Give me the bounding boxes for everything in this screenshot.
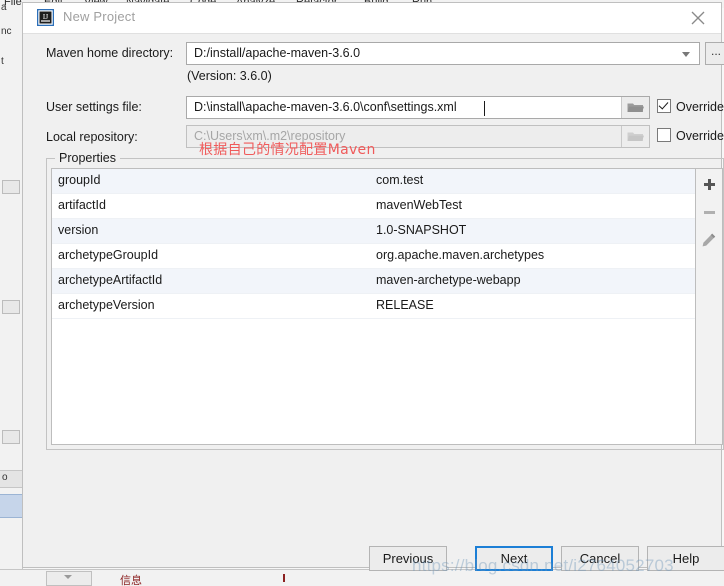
local-repository-browse-button <box>621 126 649 147</box>
add-property-button[interactable] <box>696 171 722 197</box>
checkbox-unchecked-icon <box>657 128 671 142</box>
local-repository-label: Local repository: <box>46 130 138 144</box>
checkbox-checked-icon <box>657 99 671 113</box>
user-settings-browse-button[interactable] <box>621 97 649 118</box>
svg-text:IJ: IJ <box>43 12 48 21</box>
close-button[interactable] <box>679 5 717 31</box>
property-value: mavenWebTest <box>376 198 462 212</box>
chevron-down-icon <box>64 575 72 579</box>
maven-home-label: Maven home directory: <box>46 46 174 60</box>
maven-home-value: D:/install/apache-maven-3.6.0 <box>194 46 361 60</box>
status-bar-marker <box>283 574 285 582</box>
left-strip-label-nc: nc <box>1 26 12 37</box>
table-row[interactable]: groupId com.test <box>52 169 695 194</box>
left-strip-chip-2[interactable] <box>2 300 20 314</box>
property-key: groupId <box>58 173 101 187</box>
ide-left-strip-band: o <box>0 470 22 488</box>
ide-left-strip-selected[interactable] <box>0 494 22 518</box>
dialog-title: New Project <box>63 9 136 24</box>
left-strip-label-t: t <box>1 56 4 67</box>
chevron-down-icon <box>682 52 690 57</box>
property-value: RELEASE <box>376 298 434 312</box>
red-annotation-text: 根据自己的情况配置Maven <box>199 142 376 158</box>
dialog-titlebar: IJ New Project <box>23 3 721 34</box>
maven-home-combobox[interactable]: D:/install/apache-maven-3.6.0 <box>186 42 700 65</box>
table-row[interactable]: artifactId mavenWebTest <box>52 194 695 219</box>
property-key: artifactId <box>58 198 106 212</box>
local-repository-override-checkbox[interactable]: Override <box>657 128 724 143</box>
user-settings-field[interactable]: D:\install\apache-maven-3.6.0\conf\setti… <box>186 96 650 119</box>
property-value: maven-archetype-webapp <box>376 273 521 287</box>
property-value: org.apache.maven.archetypes <box>376 248 545 262</box>
cancel-button[interactable]: Cancel <box>561 546 639 571</box>
user-settings-value: D:\install\apache-maven-3.6.0\conf\setti… <box>194 100 457 114</box>
table-row[interactable]: archetypeArtifactId maven-archetype-weba… <box>52 269 695 294</box>
previous-button[interactable]: Previous <box>369 546 447 571</box>
left-strip-label-o: o <box>2 472 8 483</box>
folder-icon <box>627 132 644 141</box>
properties-toolbar <box>696 168 723 445</box>
left-strip-chip-3[interactable] <box>2 430 20 444</box>
next-button[interactable]: Next <box>475 546 553 571</box>
text-cursor <box>484 101 485 116</box>
property-key: archetypeArtifactId <box>58 273 163 287</box>
properties-group-title: Properties <box>55 151 120 165</box>
table-row[interactable]: archetypeGroupId org.apache.maven.archet… <box>52 244 695 269</box>
close-icon <box>691 11 705 25</box>
properties-table[interactable]: groupId com.test artifactId mavenWebTest… <box>51 168 696 445</box>
remove-property-button[interactable] <box>696 199 722 225</box>
user-settings-override-checkbox[interactable]: Override <box>657 99 724 114</box>
status-bar-message: 信息 <box>120 575 142 586</box>
local-repository-override-label: Override <box>676 129 724 143</box>
intellij-idea-icon: IJ <box>36 8 55 27</box>
maven-version-note: (Version: 3.6.0) <box>187 69 272 83</box>
property-key: version <box>58 223 99 237</box>
left-strip-chip-1[interactable] <box>2 180 20 194</box>
user-settings-override-label: Override <box>676 100 724 114</box>
folder-icon <box>627 103 644 112</box>
left-strip-label-a: a <box>1 2 7 13</box>
user-settings-label: User settings file: <box>46 100 142 114</box>
ide-status-bar: 信息 <box>0 569 724 586</box>
screenshot-root: File Edit View Navigate Code Analyze Ref… <box>0 0 724 586</box>
edit-property-button[interactable] <box>696 227 722 253</box>
property-key: archetypeGroupId <box>58 248 159 262</box>
table-row[interactable]: version 1.0-SNAPSHOT <box>52 219 695 244</box>
property-value: com.test <box>376 173 424 187</box>
property-key: archetypeVersion <box>58 298 155 312</box>
maven-home-browse-button[interactable]: ... <box>705 42 724 65</box>
property-value: 1.0-SNAPSHOT <box>376 223 467 237</box>
table-row[interactable]: archetypeVersion RELEASE <box>52 294 695 319</box>
new-project-dialog: IJ New Project Maven home directory: D:/… <box>22 2 724 571</box>
pencil-icon <box>702 233 716 247</box>
help-button[interactable]: Help <box>647 546 724 571</box>
